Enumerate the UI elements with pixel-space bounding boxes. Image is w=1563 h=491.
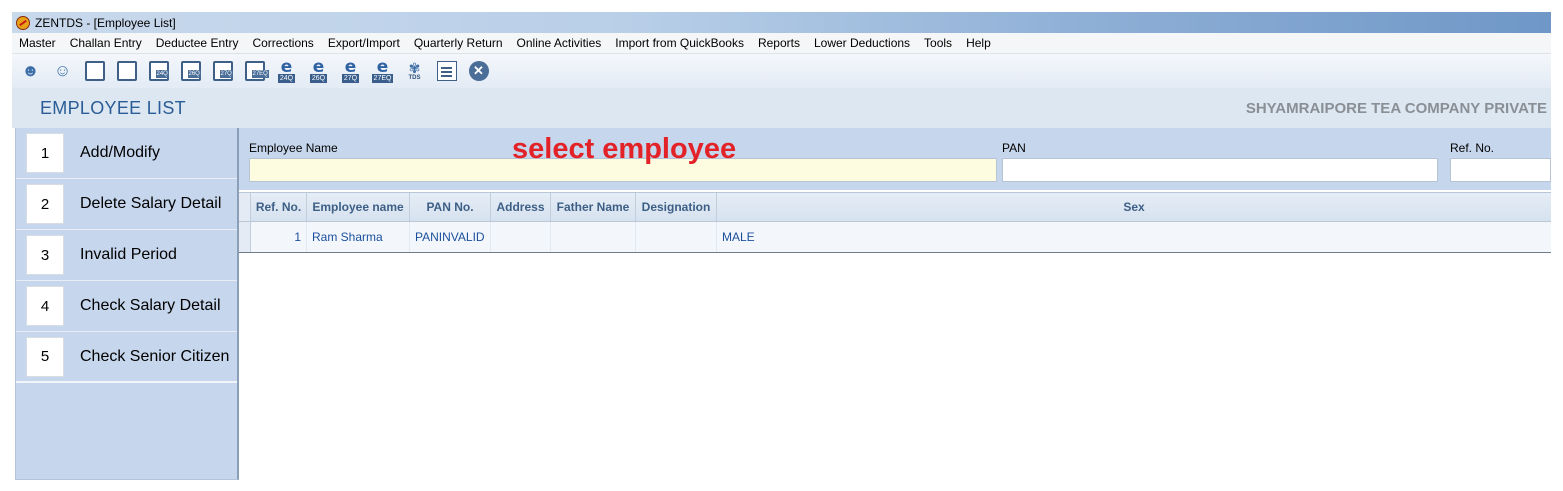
form-27q-icon[interactable]: 27Q [210,58,235,84]
pan-input[interactable] [1002,158,1438,182]
cell-designation [636,222,717,252]
select-employee-annotation: select employee [512,133,737,165]
page-title: EMPLOYEE LIST [40,97,186,118]
sidebar: 1 Add/Modify 2 Delete Salary Detail 3 In… [15,128,239,480]
menu-quarterly-return[interactable]: Quarterly Return [407,36,510,50]
main-panel: Employee Name select employee PAN Ref. N… [239,128,1551,480]
menu-deductee-entry[interactable]: Deductee Entry [149,36,246,50]
company-name: SHYAMRAIPORE TEA COMPANY PRIVATE [1245,99,1547,117]
page-header: EMPLOYEE LIST SHYAMRAIPORE TEA COMPANY P… [12,88,1551,128]
efile-27eq-icon[interactable]: e 27EQ [370,58,395,84]
cell-employee-name: Ram Sharma [307,222,410,252]
menu-online-activities[interactable]: Online Activities [510,36,609,50]
sidebar-item-label: Invalid Period [80,246,177,263]
title-bar: ZENTDS - [Employee List] [12,12,1551,33]
sidebar-item-add-modify[interactable]: 1 Add/Modify [16,128,237,179]
sidebar-item-number[interactable]: 5 [26,336,64,377]
form-24q-icon[interactable]: 24Q [146,58,171,84]
efile-24q-icon[interactable]: e 24Q [274,58,299,84]
cell-sex: MALE [722,230,755,244]
close-icon[interactable]: ✕ [466,58,491,84]
cell-father-name [551,222,636,252]
window-title: ZENTDS - [Employee List] [35,15,176,30]
efile-26q-icon[interactable]: e 26Q [306,58,331,84]
ref-no-input[interactable] [1450,158,1551,182]
employee-name-label: Employee Name [249,141,338,155]
menu-bar: Master Challan Entry Deductee Entry Corr… [12,33,1551,54]
app-logo-icon [16,15,30,30]
cell-pan-no: PANINVALID [410,222,491,252]
efile-27q-icon[interactable]: e 27Q [338,58,363,84]
employees-group-icon[interactable]: ☺ [50,58,75,84]
menu-reports[interactable]: Reports [751,36,807,50]
sidebar-item-invalid-period[interactable]: 3 Invalid Period [16,230,237,281]
menu-help[interactable]: Help [959,36,998,50]
menu-import-quickbooks[interactable]: Import from QuickBooks [608,36,751,50]
menu-lower-deductions[interactable]: Lower Deductions [807,36,917,50]
tds-icon[interactable]: ✾ TDS [402,58,427,84]
sidebar-item-number[interactable]: 4 [26,286,64,326]
search-filters: Employee Name select employee PAN Ref. N… [239,128,1551,190]
sidebar-item-label: Add/Modify [80,144,161,161]
pan-label: PAN [1002,141,1026,155]
row-selector-header [239,193,251,221]
menu-corrections[interactable]: Corrections [245,36,320,50]
table-row[interactable]: 1 Ram Sharma PANINVALID MALE [239,222,1551,253]
deductee-alt-form-icon[interactable] [114,58,139,84]
toolbar: ☻ ☺ 24Q 26Q 27Q 27EQ e 24Q e 26Q e 27Q e 27E… [12,54,1551,88]
sidebar-item-number[interactable]: 2 [26,184,64,224]
column-designation[interactable]: Designation [636,193,717,221]
deductee-form-icon[interactable] [82,58,107,84]
ref-no-label: Ref. No. [1450,141,1495,155]
sidebar-item-number[interactable]: 1 [26,133,64,173]
cell-ref-no: 1 [251,222,307,252]
sidebar-item-check-salary-detail[interactable]: 4 Check Salary Detail [16,281,237,332]
sidebar-item-check-senior-citizen[interactable]: 5 Check Senior Citizen [16,332,237,383]
table-header: Ref. No. Employee name PAN No. Address F… [239,192,1551,222]
sidebar-item-number[interactable]: 3 [26,235,64,275]
sidebar-item-delete-salary-detail[interactable]: 2 Delete Salary Detail [16,179,237,230]
form-26q-icon[interactable]: 26Q [178,58,203,84]
column-employee-name[interactable]: Employee name [307,193,410,221]
cell-address [491,222,551,252]
menu-tools[interactable]: Tools [917,36,959,50]
sidebar-item-label: Check Senior Citizen [80,347,230,365]
column-ref-no[interactable]: Ref. No. [251,193,307,221]
column-pan-no[interactable]: PAN No. [410,193,491,221]
column-father-name[interactable]: Father Name [551,193,636,221]
column-sex[interactable]: Sex [717,193,1551,221]
form-27eq-icon[interactable]: 27EQ [242,58,269,84]
sidebar-item-label: Delete Salary Detail [80,195,222,212]
sidebar-item-label: Check Salary Detail [80,297,221,314]
menu-master[interactable]: Master [12,36,63,50]
employee-icon[interactable]: ☻ [18,58,43,84]
menu-challan-entry[interactable]: Challan Entry [63,36,149,50]
report-document-icon[interactable] [434,58,459,84]
menu-export-import[interactable]: Export/Import [321,36,407,50]
column-address[interactable]: Address [491,193,551,221]
row-selector[interactable] [239,222,251,252]
